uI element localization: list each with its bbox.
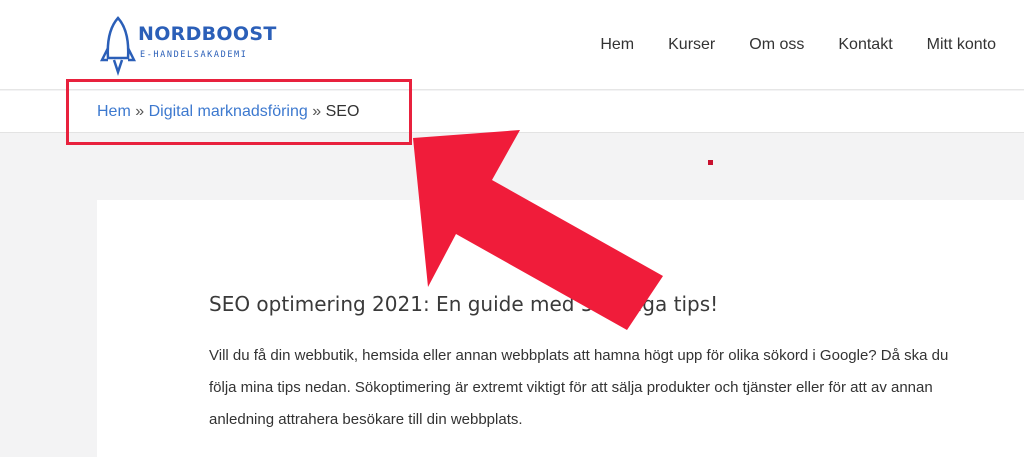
annotation-arrow-icon (413, 130, 663, 330)
